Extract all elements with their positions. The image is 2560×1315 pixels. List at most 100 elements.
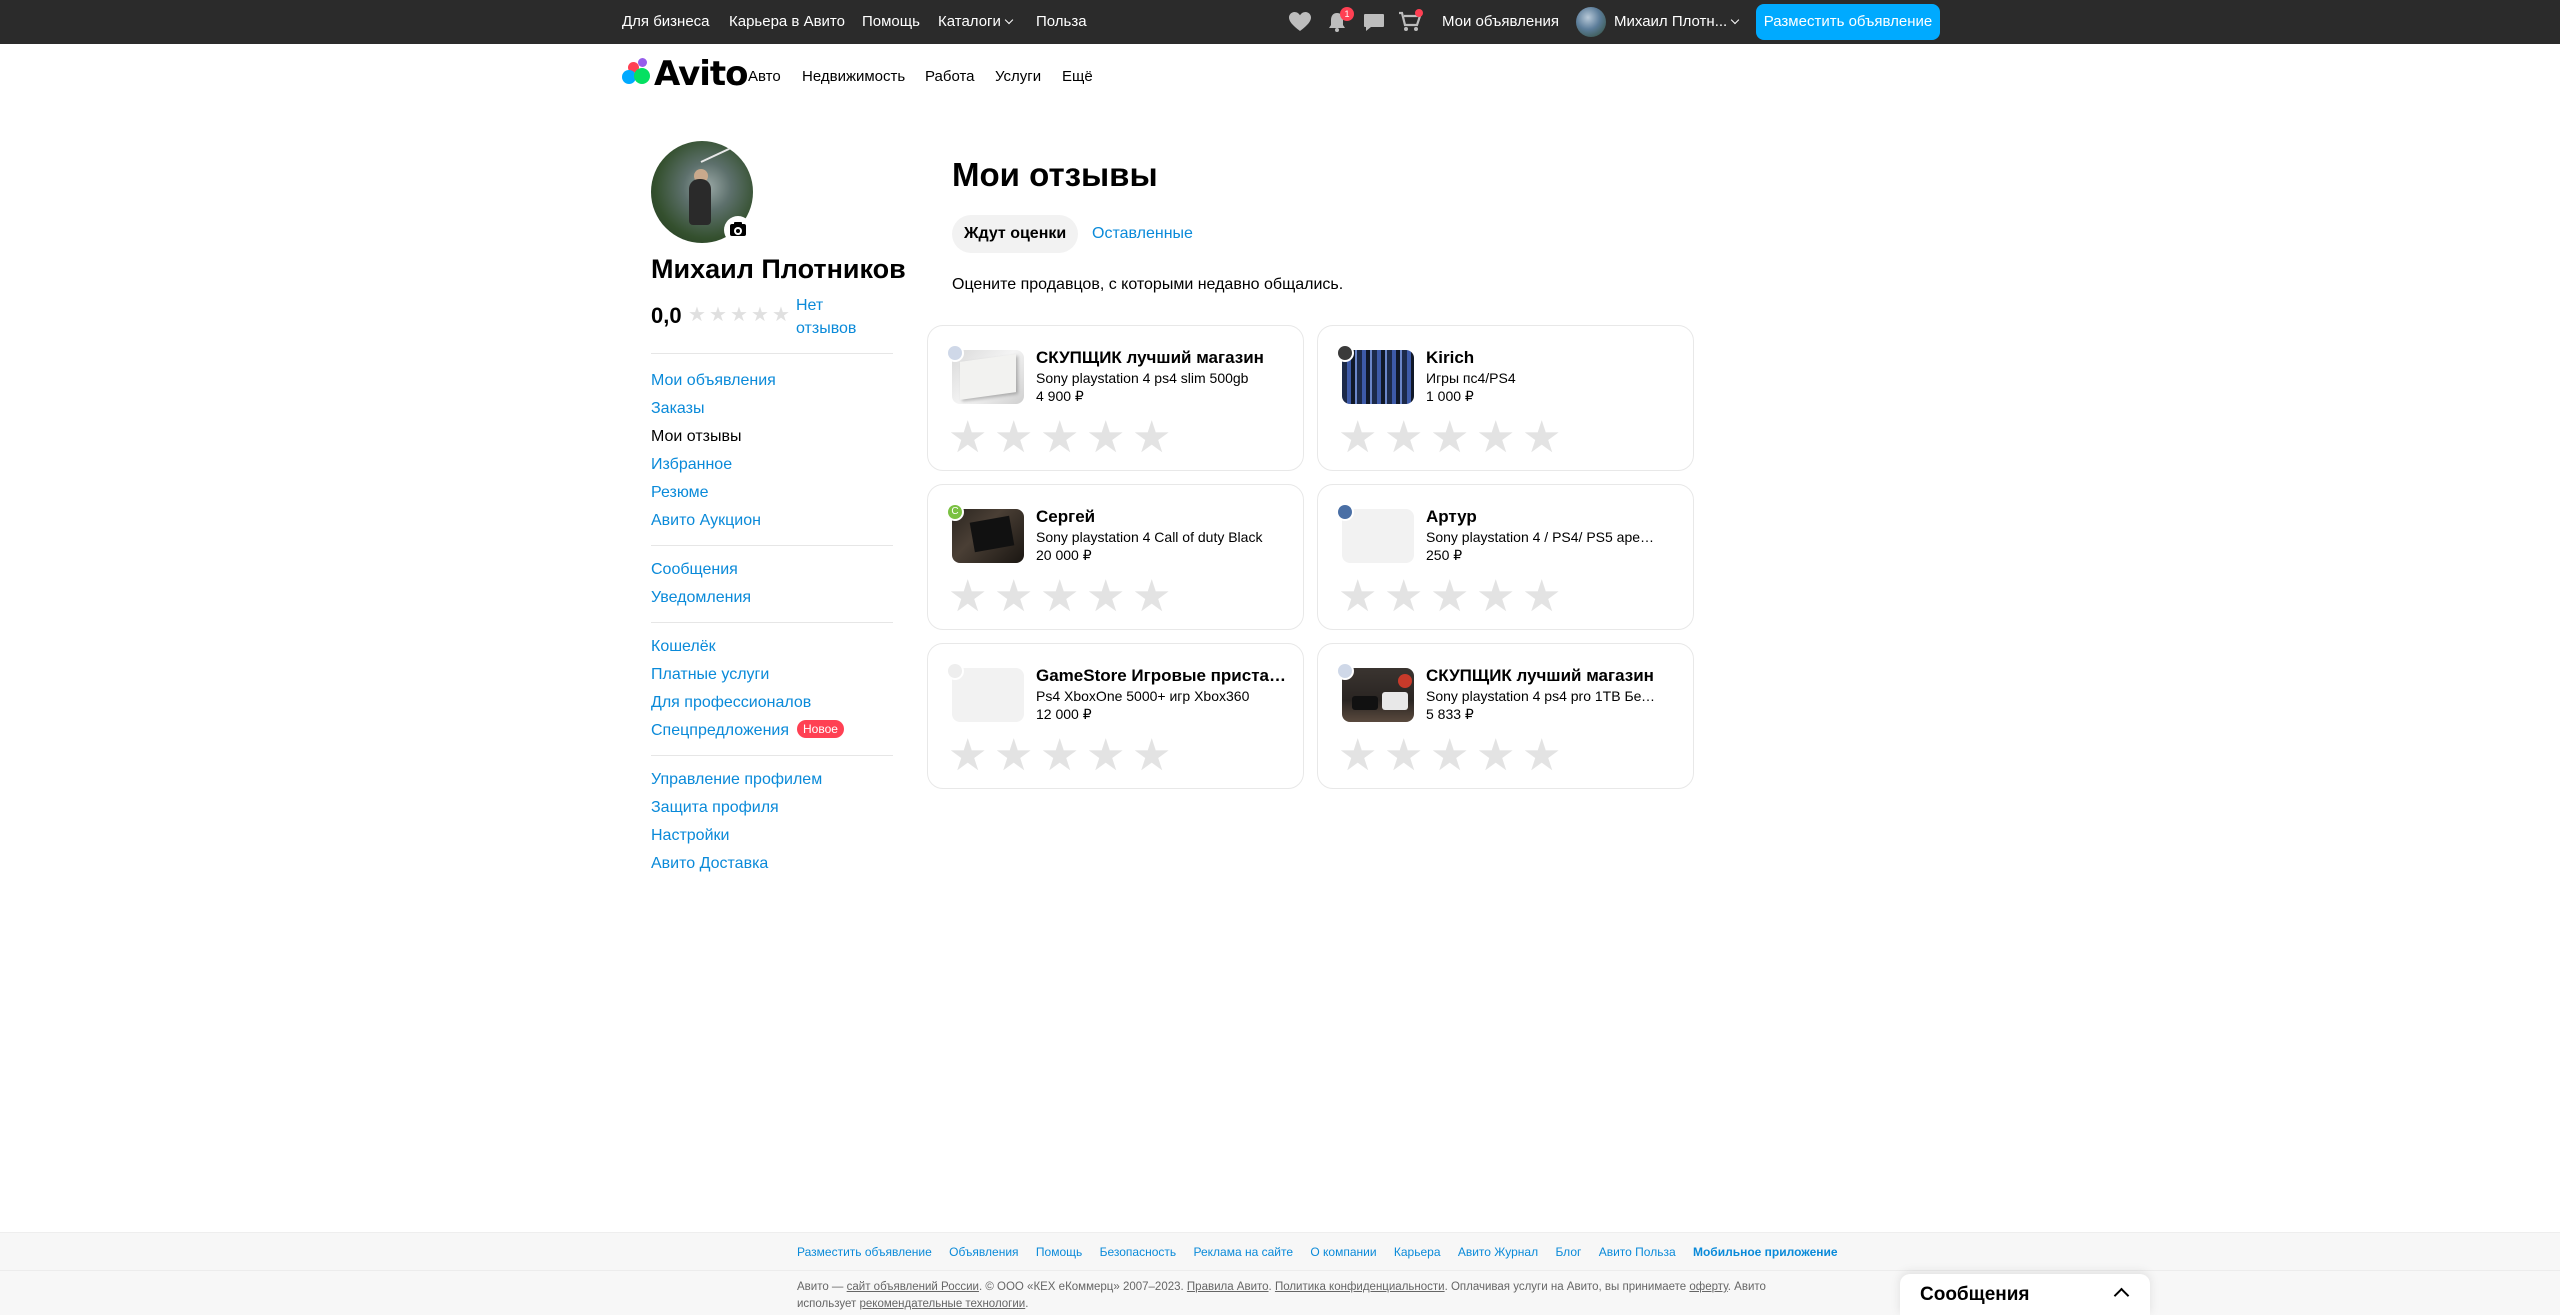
star-icon[interactable]: ★ (1384, 734, 1430, 778)
footer-link-help[interactable]: Помощь (1036, 1245, 1082, 1259)
camera-icon[interactable] (724, 216, 752, 244)
star-icon[interactable]: ★ (1522, 575, 1568, 619)
star-icon[interactable]: ★ (948, 734, 994, 778)
star-icon[interactable]: ★ (1430, 734, 1476, 778)
user-menu-dropdown[interactable]: Михаил Плотн... (1614, 0, 1740, 44)
review-card[interactable]: СКУПЩИК лучший магазин Sony playstation … (927, 325, 1304, 471)
sidebar-item-auction[interactable]: Авито Аукцион (651, 510, 761, 532)
review-card[interactable]: С Сергей Sony playstation 4 Call of duty… (927, 484, 1304, 630)
review-card[interactable]: СКУПЩИК лучший магазин Sony playstation … (1317, 643, 1694, 789)
footer-link-journal[interactable]: Авито Журнал (1458, 1245, 1538, 1259)
review-card[interactable]: GameStore Игровые приставки Ps4 XboxOne … (927, 643, 1304, 789)
star-icon[interactable]: ★ (1132, 416, 1178, 460)
footer-divider (0, 1270, 2560, 1271)
footer-link-career[interactable]: Карьера (1394, 1245, 1441, 1259)
star-icon[interactable]: ★ (994, 734, 1040, 778)
footer: Разместить объявление Объявления Помощь … (0, 1232, 2560, 1315)
business-link[interactable]: Для бизнеса (622, 0, 710, 44)
star-icon[interactable]: ★ (1086, 416, 1132, 460)
notifications-bell-icon[interactable]: 1 (1326, 7, 1354, 33)
sidebar-item-my-reviews[interactable]: Мои отзывы (651, 426, 742, 448)
tab-left[interactable]: Оставленные (1080, 215, 1205, 253)
star-icon[interactable]: ★ (1384, 416, 1430, 460)
footer-link-post-ad[interactable]: Разместить объявление (797, 1245, 932, 1259)
star-icon[interactable]: ★ (1132, 575, 1178, 619)
my-ads-link[interactable]: Мои объявления (1442, 0, 1559, 44)
star-icon[interactable]: ★ (1476, 575, 1522, 619)
star-icon[interactable]: ★ (1040, 416, 1086, 460)
star-icon[interactable]: ★ (1384, 575, 1430, 619)
copy-link-site[interactable]: сайт объявлений России (847, 1281, 979, 1293)
messages-chat-icon[interactable] (1362, 11, 1386, 33)
avito-logo[interactable]: Avito (622, 54, 749, 94)
nav-realty[interactable]: Недвижимость (802, 68, 905, 85)
post-ad-button[interactable]: Разместить объявление (1756, 4, 1940, 40)
footer-link-ads[interactable]: Объявления (949, 1245, 1018, 1259)
sidebar-item-special-offers[interactable]: Спецпредложения Новое (651, 720, 844, 742)
footer-link-security[interactable]: Безопасность (1100, 1245, 1177, 1259)
sidebar-item-favorites[interactable]: Избранное (651, 454, 732, 476)
star-icon[interactable]: ★ (1086, 734, 1132, 778)
footer-link-about[interactable]: О компании (1310, 1245, 1376, 1259)
sidebar-item-resume[interactable]: Резюме (651, 482, 709, 504)
logo-dot-purple (638, 58, 647, 67)
footer-link-polza[interactable]: Авито Польза (1599, 1245, 1676, 1259)
star-icon[interactable]: ★ (1132, 734, 1178, 778)
star-icon[interactable]: ★ (948, 416, 994, 460)
star-icon[interactable]: ★ (1338, 734, 1384, 778)
footer-link-advertising[interactable]: Реклама на сайте (1193, 1245, 1293, 1259)
star-icon[interactable]: ★ (1430, 575, 1476, 619)
star-icon[interactable]: ★ (1522, 734, 1568, 778)
star-icon[interactable]: ★ (994, 575, 1040, 619)
sidebar-item-delivery[interactable]: Авито Доставка (651, 853, 768, 875)
copy-link-privacy[interactable]: Политика конфиденциальности (1275, 1281, 1445, 1293)
messages-panel[interactable]: Сообщения (1900, 1274, 2150, 1315)
tab-awaiting[interactable]: Ждут оценки (952, 215, 1079, 253)
sidebar-item-for-pros[interactable]: Для профессионалов (651, 692, 811, 714)
sidebar-item-profile-management[interactable]: Управление профилем (651, 769, 822, 791)
sidebar-item-profile-protection[interactable]: Защита профиля (651, 797, 779, 819)
nav-auto[interactable]: Авто (748, 68, 781, 85)
review-card[interactable]: Kirich Игры пс4/PS4 1 000 ₽ ★ ★ ★ ★ ★ (1317, 325, 1694, 471)
listing-title: Sony playstation 4 ps4 pro 1TB Белая (1426, 688, 1656, 704)
star-icon[interactable]: ★ (1086, 575, 1132, 619)
sidebar-item-messages[interactable]: Сообщения (651, 559, 738, 581)
footer-link-blog[interactable]: Блог (1555, 1245, 1581, 1259)
star-icon[interactable]: ★ (1040, 575, 1086, 619)
copy-link-recommendations[interactable]: рекомендательные технологии (860, 1298, 1026, 1310)
star-icon[interactable]: ★ (1338, 575, 1384, 619)
review-card[interactable]: Артур Sony playstation 4 / PS4/ PS5 арен… (1317, 484, 1694, 630)
chevron-up-icon[interactable] (2113, 1287, 2130, 1304)
sidebar-item-settings[interactable]: Настройки (651, 825, 729, 847)
polza-link[interactable]: Польза (1036, 0, 1087, 44)
cart-icon[interactable] (1398, 9, 1423, 33)
sidebar-item-notifications[interactable]: Уведомления (651, 587, 751, 609)
nav-jobs[interactable]: Работа (925, 68, 975, 85)
star-icon[interactable]: ★ (948, 575, 994, 619)
listing-title: Sony playstation 4 / PS4/ PS5 аренда (1426, 529, 1656, 545)
star-icon[interactable]: ★ (994, 416, 1040, 460)
copy-text: . © ООО «КЕХ еКоммерц» 2007–2023. (978, 1281, 1187, 1293)
copy-link-rules[interactable]: Правила Авито (1187, 1281, 1269, 1293)
career-link[interactable]: Карьера в Авито (729, 0, 845, 44)
star-icon[interactable]: ★ (1040, 734, 1086, 778)
copy-link-offer[interactable]: оферту (1689, 1281, 1727, 1293)
star-icon[interactable]: ★ (1430, 416, 1476, 460)
sidebar-item-paid-services[interactable]: Платные услуги (651, 664, 769, 686)
user-avatar[interactable] (1576, 7, 1606, 37)
star-icon[interactable]: ★ (1476, 416, 1522, 460)
nav-services[interactable]: Услуги (995, 68, 1041, 85)
no-reviews-link[interactable]: Нет отзывов (796, 294, 876, 340)
nav-more[interactable]: Ещё (1062, 68, 1093, 85)
sidebar-item-my-ads[interactable]: Мои объявления (651, 370, 776, 392)
messages-panel-title: Сообщения (1920, 1284, 2030, 1305)
sidebar-item-orders[interactable]: Заказы (651, 398, 704, 420)
sidebar-item-wallet[interactable]: Кошелёк (651, 636, 716, 658)
footer-link-mobile-app[interactable]: Мобильное приложение (1693, 1245, 1838, 1259)
help-link[interactable]: Помощь (862, 0, 920, 44)
star-icon[interactable]: ★ (1522, 416, 1568, 460)
star-icon[interactable]: ★ (1338, 416, 1384, 460)
catalogs-dropdown[interactable]: Каталоги (938, 0, 1014, 44)
star-icon[interactable]: ★ (1476, 734, 1522, 778)
favorites-heart-icon[interactable] (1288, 11, 1312, 33)
